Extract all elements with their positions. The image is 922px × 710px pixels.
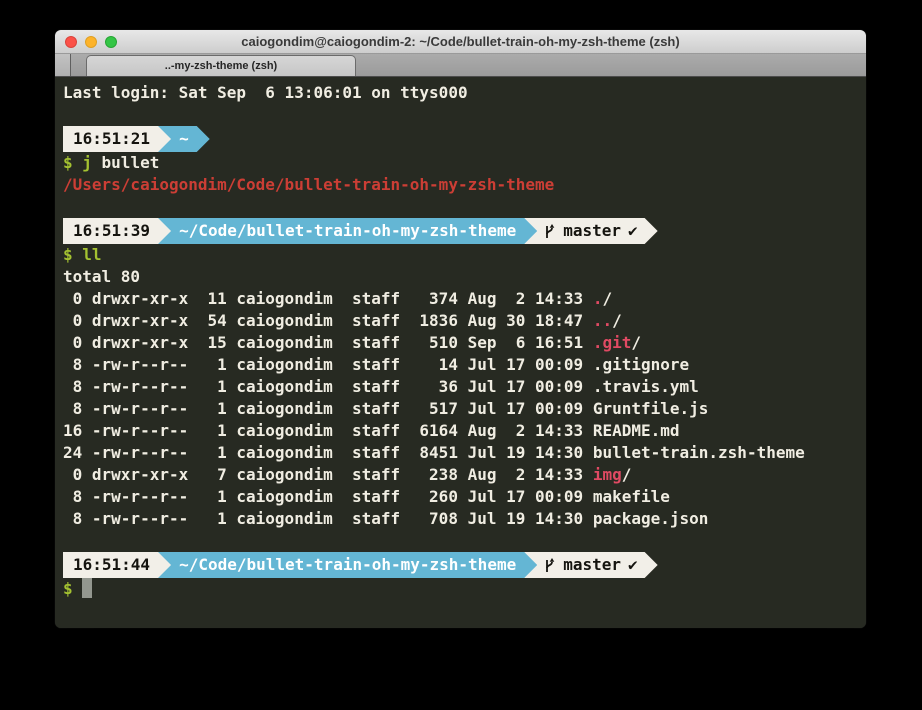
tab-bar: ..-my-zsh-theme (zsh) — [55, 54, 866, 77]
prompt-git-segment: master ✔ — [524, 218, 657, 244]
prompt-time-segment: 16:51:39 — [63, 218, 171, 244]
tab-label: ..-my-zsh-theme (zsh) — [165, 60, 277, 72]
file-name: Gruntfile.js — [593, 399, 709, 418]
prompt-dollar: $ — [63, 579, 73, 598]
file-meta: 0 drwxr-xr-x 11 caiogondim staff 374 Aug… — [63, 289, 593, 308]
file-meta: 24 -rw-r--r-- 1 caiogondim staff 8451 Ju… — [63, 443, 593, 462]
git-branch-name: master — [563, 552, 621, 578]
dir-slash: / — [622, 465, 632, 484]
blank-line — [63, 104, 866, 126]
dir-name: img — [593, 465, 622, 484]
file-meta: 0 drwxr-xr-x 15 caiogondim staff 510 Sep… — [63, 333, 593, 352]
listing-row: 8 -rw-r--r-- 1 caiogondim staff 517 Jul … — [63, 398, 866, 420]
active-terminal-tab[interactable]: ..-my-zsh-theme (zsh) — [86, 55, 356, 76]
dir-slash: / — [602, 289, 612, 308]
blank-line — [63, 530, 866, 552]
prompt-line: 16:51:21~ — [63, 126, 866, 152]
file-name: package.json — [593, 509, 709, 528]
prompt-dollar: $ — [63, 153, 73, 172]
prompt-time-segment: 16:51:44 — [63, 552, 171, 578]
file-name: makefile — [593, 487, 670, 506]
file-meta: 0 drwxr-xr-x 54 caiogondim staff 1836 Au… — [63, 311, 593, 330]
file-meta: 8 -rw-r--r-- 1 caiogondim staff 517 Jul … — [63, 399, 593, 418]
last-login-line: Last login: Sat Sep 6 13:06:01 on ttys00… — [63, 82, 866, 104]
listing-row: 8 -rw-r--r-- 1 caiogondim staff 708 Jul … — [63, 508, 866, 530]
file-meta: 16 -rw-r--r-- 1 caiogondim staff 6164 Au… — [63, 421, 593, 440]
file-name: README.md — [593, 421, 680, 440]
blank-line — [63, 196, 866, 218]
prompt-line: 16:51:39~/Code/bullet-train-oh-my-zsh-th… — [63, 218, 866, 244]
file-name: .gitignore — [593, 355, 689, 374]
listing-row: 8 -rw-r--r-- 1 caiogondim staff 36 Jul 1… — [63, 376, 866, 398]
prompt-dollar: $ — [63, 245, 73, 264]
command-text: ll — [73, 245, 102, 264]
command-text: j — [73, 153, 92, 172]
listing-row: 0 drwxr-xr-x 54 caiogondim staff 1836 Au… — [63, 310, 866, 332]
file-meta: 8 -rw-r--r-- 1 caiogondim staff 260 Jul … — [63, 487, 593, 506]
command-line: $ — [63, 578, 866, 600]
partial-tab[interactable] — [55, 54, 71, 76]
file-meta: 8 -rw-r--r-- 1 caiogondim staff 36 Jul 1… — [63, 377, 593, 396]
listing-row: 16 -rw-r--r-- 1 caiogondim staff 6164 Au… — [63, 420, 866, 442]
prompt-path-segment: ~/Code/bullet-train-oh-my-zsh-theme — [158, 552, 537, 578]
terminal-cursor[interactable] — [82, 578, 92, 598]
command-line: $ ll — [63, 244, 866, 266]
dir-name: .git — [593, 333, 632, 352]
dir-slash: / — [612, 311, 622, 330]
file-meta: 8 -rw-r--r-- 1 caiogondim staff 14 Jul 1… — [63, 355, 593, 374]
git-status-check: ✔ — [628, 218, 638, 244]
file-meta: 8 -rw-r--r-- 1 caiogondim staff 708 Jul … — [63, 509, 593, 528]
dir-name: .. — [593, 311, 612, 330]
git-branch-name: master — [563, 218, 621, 244]
window-title: caiogondim@caiogondim-2: ~/Code/bullet-t… — [55, 34, 866, 49]
command-line: $ j bullet — [63, 152, 866, 174]
listing-row: 0 drwxr-xr-x 15 caiogondim staff 510 Sep… — [63, 332, 866, 354]
dir-slash: / — [631, 333, 641, 352]
command-args: bullet — [92, 153, 159, 172]
file-name: bullet-train.zsh-theme — [593, 443, 805, 462]
git-branch-icon — [543, 557, 556, 574]
listing-row: 8 -rw-r--r-- 1 caiogondim staff 260 Jul … — [63, 486, 866, 508]
file-listing: 0 drwxr-xr-x 11 caiogondim staff 374 Aug… — [63, 288, 866, 530]
prompt-git-segment: master ✔ — [524, 552, 657, 578]
title-bar: caiogondim@caiogondim-2: ~/Code/bullet-t… — [55, 30, 866, 54]
listing-row: 0 drwxr-xr-x 7 caiogondim staff 238 Aug … — [63, 464, 866, 486]
listing-row: 8 -rw-r--r-- 1 caiogondim staff 14 Jul 1… — [63, 354, 866, 376]
listing-total-line: total 80 — [63, 266, 866, 288]
git-status-check: ✔ — [628, 552, 638, 578]
file-meta: 0 drwxr-xr-x 7 caiogondim staff 238 Aug … — [63, 465, 593, 484]
terminal-content[interactable]: Last login: Sat Sep 6 13:06:01 on ttys00… — [55, 77, 866, 628]
file-name: .travis.yml — [593, 377, 699, 396]
listing-row: 0 drwxr-xr-x 11 caiogondim staff 374 Aug… — [63, 288, 866, 310]
prompt-line: 16:51:44~/Code/bullet-train-oh-my-zsh-th… — [63, 552, 866, 578]
listing-row: 24 -rw-r--r-- 1 caiogondim staff 8451 Ju… — [63, 442, 866, 464]
dir-name: . — [593, 289, 603, 308]
prompt-path-segment: ~/Code/bullet-train-oh-my-zsh-theme — [158, 218, 537, 244]
terminal-window: caiogondim@caiogondim-2: ~/Code/bullet-t… — [55, 30, 866, 628]
git-branch-icon — [543, 223, 556, 240]
jump-output-line: /Users/caiogondim/Code/bullet-train-oh-m… — [63, 174, 866, 196]
prompt-time-segment: 16:51:21 — [63, 126, 171, 152]
